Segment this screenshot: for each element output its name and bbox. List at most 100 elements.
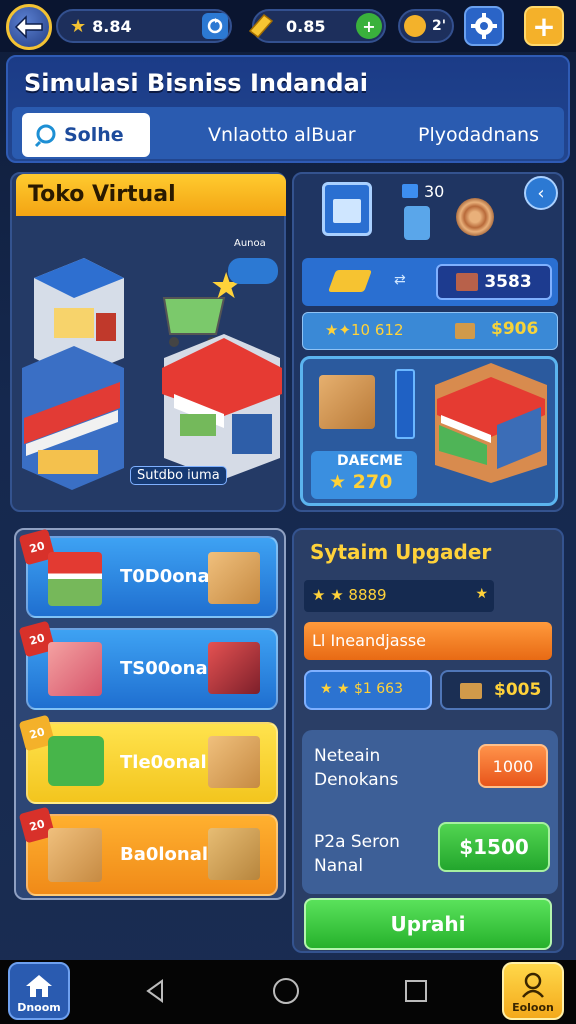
profile-icon — [522, 972, 544, 998]
gold-bars-icon — [327, 270, 373, 292]
calendar-icon[interactable] — [322, 182, 372, 236]
tab-label: Plyodadnans — [418, 124, 539, 146]
upgrade-stat: ★ ★ 8889 — [312, 586, 387, 604]
crate-icon — [455, 323, 475, 339]
profile-button[interactable]: Eoloon — [502, 962, 564, 1020]
info-card: Neteain Denokans 1000 P2a Seron Nanal $1… — [302, 730, 558, 894]
tab-bar: Solhe Vnlaotto alBuar Plyodadnans — [12, 107, 564, 159]
gems-value: 2' — [432, 18, 447, 34]
category-item-1[interactable]: 20 T0D0onal — [18, 528, 278, 618]
close-panel-button[interactable]: ‹ — [524, 176, 558, 210]
info1-button[interactable]: 1000 — [478, 744, 548, 788]
counter-icon — [402, 184, 418, 198]
tab-label: Solhe — [64, 124, 124, 146]
toko-badge: Aunoa — [234, 238, 266, 249]
gift-box-icon — [208, 642, 260, 694]
back-nav-icon[interactable] — [142, 978, 168, 1004]
recents-nav-icon[interactable] — [403, 978, 429, 1004]
tab-label: Vnlaotto alBuar — [208, 124, 356, 146]
category-label: Tle0onal — [120, 752, 207, 773]
shopping-cart-icon — [48, 736, 104, 786]
gear-icon — [471, 13, 497, 39]
shop-building-icon — [22, 346, 124, 490]
plus-icon: + — [532, 9, 556, 43]
upgrade-stat-row: ★ ★ 8889 ★ — [304, 580, 494, 612]
toko-title: Toko Virtual — [16, 174, 286, 216]
system-nav-bar: Dnoom Eoloon — [0, 960, 576, 1024]
page-title: Simulasi Bisniss Indandai — [24, 69, 369, 97]
store-label: Sutdbo iuma — [130, 466, 227, 485]
price-button-label: $1500 — [459, 835, 529, 859]
shop-value: ★ 270 — [329, 471, 393, 493]
info2-label: P2a Seron Nanal — [314, 832, 400, 876]
stars-add-button[interactable] — [202, 13, 228, 39]
home-icon — [26, 975, 52, 997]
stall-icon — [48, 552, 102, 606]
category-label: Ba0lonal — [120, 844, 209, 865]
counter-value: 30 — [424, 182, 445, 201]
arrows-icon: ⇄ — [394, 272, 406, 288]
produce-box-icon — [48, 642, 102, 696]
star-icon: ★ — [475, 586, 488, 602]
box-icon — [208, 736, 260, 788]
log-icon — [456, 198, 494, 236]
shop-card[interactable]: DAECME ★ 270 — [300, 356, 558, 506]
tab-solhe[interactable]: Solhe — [22, 113, 150, 157]
stat-a-value: ★ ★ $1 663 — [320, 681, 403, 697]
info1-button-label: 1000 — [492, 756, 534, 776]
tab-plyodadnans[interactable]: Plyodadnans — [418, 113, 539, 157]
category-list: 20 T0D0onal 20 TS00onal 20 Tle0onal 20 B… — [14, 528, 286, 900]
star-stat: ★✦10 612 — [325, 321, 404, 339]
add-button[interactable]: + — [524, 6, 564, 46]
gold-add-button[interactable]: + — [356, 13, 382, 39]
plus-icon: + — [362, 16, 376, 36]
price-value: 3583 — [484, 272, 532, 292]
settings-button[interactable] — [464, 6, 504, 46]
box-icon — [48, 828, 102, 882]
upgrade-panel: Sytaim Upgader ★ ★ 8889 ★ Ll Ineandjasse… — [292, 528, 564, 953]
stat-chip-b[interactable]: $005 — [440, 670, 552, 710]
price-box[interactable]: 3583 — [436, 264, 552, 300]
box-icon — [208, 552, 260, 604]
category-item-4[interactable]: 20 Ba0lonal — [18, 806, 278, 896]
money-value: $906 — [491, 319, 539, 339]
tab-vnlaotto[interactable]: Vnlaotto alBuar — [208, 113, 356, 157]
coin-icon — [404, 15, 426, 37]
upgrade-button[interactable]: Uprahi — [304, 898, 552, 950]
category-item-3[interactable]: 20 Tle0onal — [18, 714, 278, 804]
stores-illustration[interactable]: ★ — [14, 218, 284, 508]
stars-value: 8.84 — [92, 16, 132, 36]
shop-info-box: DAECME ★ 270 — [311, 451, 417, 499]
stat-b-value: $005 — [494, 680, 542, 700]
category-item-2[interactable]: 20 TS00onal — [18, 620, 278, 710]
orange-bar[interactable]: Ll Ineandjasse — [304, 622, 552, 660]
plant-box-icon — [208, 828, 260, 880]
profile-label: Eoloon — [512, 1001, 554, 1014]
info1-label: Neteain Denokans — [314, 746, 399, 790]
market-stall-icon — [162, 334, 282, 480]
stats-row-2: ★✦10 612 $906 — [302, 312, 558, 350]
upgrade-button-label: Uprahi — [390, 912, 466, 936]
phone-icon — [395, 369, 415, 439]
header-panel: Simulasi Bisniss Indandai Solhe Vnlaotto… — [6, 55, 570, 163]
stats-panel: 30 ‹ ⇄ 3583 ★✦10 612 $906 DAECME ★ 270 — [292, 172, 564, 512]
gems-counter: 2' — [398, 9, 454, 43]
price-button[interactable]: $1500 — [438, 822, 550, 872]
top-bar: ★ 8.84 0.85 + 2' + — [0, 0, 576, 52]
home-button[interactable]: Dnoom — [8, 962, 70, 1020]
search-icon — [34, 124, 56, 148]
bottle-icon — [404, 206, 430, 240]
stat-chip-a[interactable]: ★ ★ $1 663 — [304, 670, 432, 710]
box-icon — [319, 375, 375, 429]
gold-value: 0.85 — [286, 16, 326, 36]
home-label: Dnoom — [17, 1001, 61, 1014]
toko-virtual-panel: Toko Virtual ★ Aunoa Sutdbo iuma — [10, 172, 286, 512]
gold-bar-icon — [248, 13, 274, 39]
home-nav-icon[interactable] — [272, 977, 300, 1005]
refresh-icon — [207, 18, 223, 34]
arrow-left-icon — [14, 15, 43, 39]
crate-icon — [460, 683, 482, 699]
star-icon: ★ — [70, 15, 87, 37]
back-button[interactable] — [6, 4, 52, 50]
stats-row-1: ⇄ 3583 — [302, 258, 558, 306]
